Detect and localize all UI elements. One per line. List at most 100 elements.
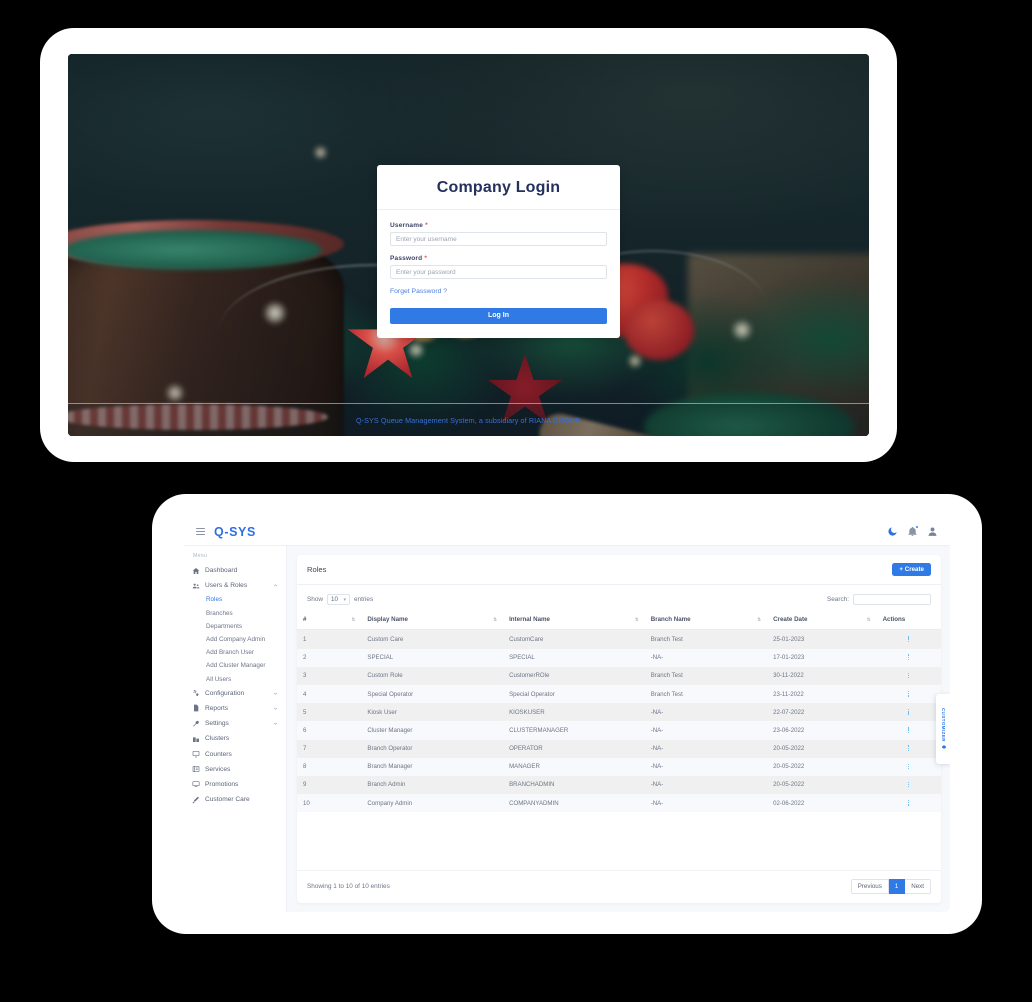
row-display-name: Cluster Manager: [367, 726, 413, 734]
hamburger-icon[interactable]: [196, 528, 205, 535]
sidebar-item-departments[interactable]: Departments: [184, 620, 286, 633]
pagination-page-1-button[interactable]: 1: [888, 879, 906, 894]
table-row: 8 Branch Manager MANAGER -NA- 20-05-2022: [297, 757, 941, 776]
row-actions: [877, 721, 941, 739]
main-content: Roles + Create Show 10 ▾ entries Search:…: [287, 546, 950, 912]
chevron-up-icon: [273, 583, 278, 588]
chevron-down-icon: [273, 721, 278, 726]
app-topbar: Q-SYS: [184, 518, 950, 546]
table-row: 5 Kiosk User KIOSKUSER -NA- 22-07-2022: [297, 703, 941, 722]
password-input[interactable]: Enter your password: [390, 265, 607, 279]
row-num: 7: [303, 745, 307, 753]
showing-entries-text: Showing 1 to 10 of 10 entries: [307, 883, 390, 890]
row-actions-menu-icon[interactable]: [883, 781, 935, 788]
login-form-body: Username * Enter your username Password …: [377, 210, 620, 338]
forgot-password-link[interactable]: Forget Password ?: [390, 288, 607, 295]
users-icon: [192, 582, 200, 590]
row-internal-name: CustomCare: [509, 635, 544, 643]
row-actions: [877, 649, 941, 667]
row-display-name: Custom Role: [367, 672, 403, 680]
column-header-create-date[interactable]: Create Date ⇅: [767, 611, 877, 631]
column-header-num[interactable]: # ⇅: [297, 611, 362, 631]
sidebar-caption: Menu: [193, 553, 208, 559]
sidebar-item-all-users[interactable]: All Users: [184, 673, 286, 686]
sort-icon: ⇅: [757, 617, 762, 623]
row-num: 3: [303, 672, 307, 680]
sidebar-item-services[interactable]: Services: [184, 762, 286, 777]
row-actions-menu-icon[interactable]: [883, 690, 935, 697]
row-actions-menu-icon[interactable]: [883, 799, 935, 806]
row-display-name: Branch Admin: [367, 781, 406, 789]
password-required-marker: *: [424, 255, 428, 262]
row-branch-name: -NA-: [650, 763, 664, 771]
dark-mode-icon[interactable]: [887, 526, 898, 537]
create-button[interactable]: + Create: [892, 563, 931, 577]
headset-icon: [192, 796, 200, 804]
search-input[interactable]: [853, 594, 931, 606]
sidebar-item-dashboard[interactable]: Dashboard: [184, 563, 286, 578]
page-title: Roles: [307, 565, 327, 575]
row-display-name: SPECIAL: [367, 654, 394, 662]
row-create-date: 20-05-2022: [773, 763, 805, 771]
tv-icon: [192, 780, 200, 788]
row-branch-name: Branch Test: [650, 690, 683, 698]
column-header-internal-name[interactable]: Internal Name ⇅: [503, 611, 645, 631]
pagination-next-button[interactable]: Next: [905, 879, 931, 894]
sort-icon: ⇅: [493, 617, 498, 623]
sidebar-item-branches[interactable]: Branches: [184, 607, 286, 620]
password-placeholder: Enter your password: [396, 268, 456, 276]
sidebar-item-customer-care[interactable]: Customer Care: [184, 792, 286, 807]
table-body: 1 Custom Care CustomCare Branch Test 25-01-2…: [297, 629, 941, 813]
username-label: Username *: [390, 222, 607, 229]
customizer-tab[interactable]: CUSTOMIZER: [936, 694, 950, 764]
column-header-display-name[interactable]: Display Name ⇅: [361, 611, 504, 631]
row-actions-menu-icon[interactable]: [883, 636, 935, 642]
sidebar-item-configuration[interactable]: Configuration: [184, 686, 286, 701]
sort-icon: ⇅: [351, 617, 356, 623]
username-required-marker: *: [425, 222, 428, 229]
row-actions-menu-icon[interactable]: [883, 745, 935, 752]
row-actions: [877, 758, 941, 776]
row-num: 1: [303, 635, 307, 643]
sidebar-item-counters[interactable]: Counters: [184, 746, 286, 761]
sidebar-item-add-cluster-manager[interactable]: Add Cluster Manager: [184, 659, 286, 672]
row-actions-menu-icon[interactable]: [883, 654, 935, 661]
login-submit-button[interactable]: Log In: [390, 307, 607, 324]
row-actions-menu-icon[interactable]: [883, 708, 935, 715]
table-footer: Showing 1 to 10 of 10 entries Previous 1…: [297, 870, 941, 903]
row-actions-menu-icon[interactable]: [883, 763, 935, 770]
sidebar-item-add-company-admin[interactable]: Add Company Admin: [184, 633, 286, 646]
sidebar-item-settings[interactable]: Settings: [184, 716, 286, 731]
page-size-select[interactable]: 10 ▾: [327, 594, 350, 606]
chevron-down-icon: [273, 691, 278, 696]
sidebar-item-label: Customer Care: [205, 796, 250, 804]
row-internal-name: CustomerROle: [509, 672, 550, 680]
row-create-date: 20-05-2022: [773, 781, 805, 789]
user-avatar-icon[interactable]: [927, 526, 938, 537]
column-header-branch-name[interactable]: Branch Name ⇅: [644, 611, 768, 631]
sidebar-item-roles[interactable]: Roles: [184, 593, 286, 606]
row-actions-menu-icon[interactable]: [883, 672, 935, 679]
table-toolbar: Show 10 ▾ entries Search:: [297, 585, 941, 611]
pagination-previous-button[interactable]: Previous: [850, 879, 889, 894]
page-size-value: 10: [331, 596, 338, 604]
sidebar-item-label: Settings: [205, 720, 229, 728]
password-label: Password *: [390, 255, 607, 262]
building-icon: [192, 735, 200, 743]
row-actions-menu-icon[interactable]: [883, 727, 935, 733]
row-num: 9: [303, 781, 307, 789]
sidebar-item-reports[interactable]: Reports: [184, 701, 286, 716]
row-branch-name: -NA-: [650, 745, 664, 753]
table-row: 6 Cluster Manager CLUSTERMANAGER -NA- 23-06-…: [297, 721, 941, 740]
sidebar-item-users-roles[interactable]: Users & Roles: [184, 578, 286, 593]
notifications-icon[interactable]: [907, 525, 919, 537]
sidebar-item-add-branch-user[interactable]: Add Branch User: [184, 646, 286, 659]
sidebar-item-promotions[interactable]: Promotions: [184, 777, 286, 792]
username-input[interactable]: Enter your username: [390, 232, 607, 246]
app-brand-logo[interactable]: Q-SYS: [214, 525, 256, 539]
row-display-name: Branch Operator: [367, 745, 413, 753]
row-internal-name: MANAGER: [509, 763, 540, 771]
sidebar-item-clusters[interactable]: Clusters: [184, 731, 286, 746]
row-create-date: 30-11-2022: [773, 672, 804, 680]
show-label: Show: [307, 596, 323, 604]
